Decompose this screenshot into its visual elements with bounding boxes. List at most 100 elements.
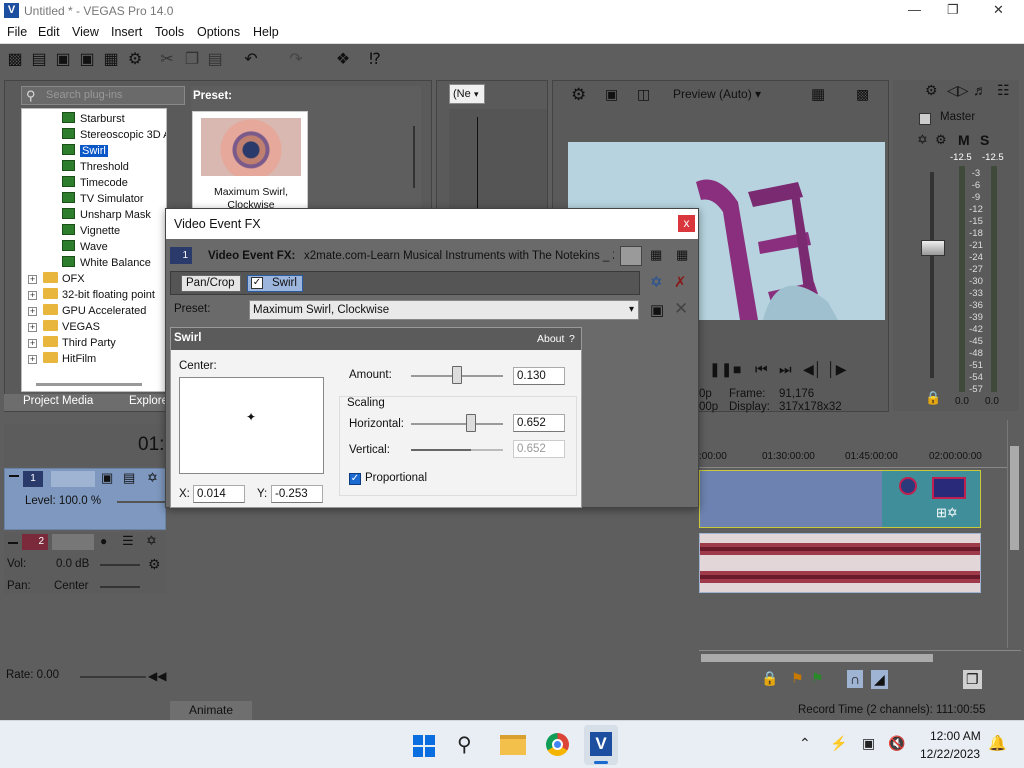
mixer-downmix-icon[interactable]: ☷: [997, 82, 1010, 99]
preset-scrollbar[interactable]: [413, 126, 415, 188]
next-frame-icon[interactable]: ⏭: [779, 361, 792, 378]
plugin-manager-icon[interactable]: ❖: [335, 52, 351, 68]
event-pan-crop-icon[interactable]: ⊞✡: [936, 505, 958, 521]
notification-bell-icon[interactable]: 🔔: [988, 734, 1007, 752]
lock-icon[interactable]: 🔒: [925, 390, 941, 406]
whats-this-help-icon[interactable]: ⁉: [367, 52, 383, 68]
video-event-clip[interactable]: ⊞✡: [699, 470, 981, 528]
expand-icon[interactable]: +: [28, 323, 37, 332]
step-back-icon[interactable]: ◀│: [803, 361, 823, 378]
mixer-gear-icon[interactable]: ⚙: [925, 82, 938, 99]
pan-slider[interactable]: [100, 586, 140, 588]
vegas-taskbar-icon[interactable]: V: [584, 725, 618, 765]
menu-options[interactable]: Options: [197, 25, 240, 39]
tree-item-starburst[interactable]: Starburst: [62, 111, 125, 127]
proportional-checkbox[interactable]: ✓: [349, 473, 361, 485]
paste-icon[interactable]: ▤: [207, 52, 223, 68]
clock-time[interactable]: 12:00 AM: [930, 729, 981, 743]
remove-plugin-icon[interactable]: ✗: [674, 273, 687, 291]
delete-preset-icon[interactable]: ✕: [674, 299, 688, 319]
cut-icon[interactable]: ✂: [159, 52, 175, 68]
volume-muted-icon[interactable]: 🔇: [888, 735, 905, 752]
chrome-icon[interactable]: [546, 733, 569, 756]
step-forward-icon[interactable]: │▶: [827, 361, 847, 378]
level-slider[interactable]: [117, 501, 165, 503]
arm-record-icon[interactable]: ●: [100, 534, 107, 548]
vol-slider[interactable]: [100, 564, 140, 566]
tree-folder-32bit[interactable]: +32-bit floating point: [28, 287, 155, 303]
copy-icon[interactable]: ❐: [184, 52, 200, 68]
master-checkbox[interactable]: [919, 113, 931, 125]
tree-folder-vegas[interactable]: + VEGAS: [28, 319, 100, 335]
search-icon[interactable]: ⚲: [457, 732, 472, 757]
tree-item-threshold[interactable]: Threshold: [62, 159, 129, 175]
tree-item-vignette[interactable]: Vignette: [62, 223, 120, 239]
tree-item-tv-simulator[interactable]: TV Simulator: [62, 191, 144, 207]
close-window-button[interactable]: ✕: [993, 2, 1004, 18]
horizontal-input[interactable]: 0.652: [513, 414, 565, 432]
compositing-icon[interactable]: ▤: [123, 470, 135, 486]
scroll-thumb[interactable]: [1010, 446, 1019, 550]
marker-icon[interactable]: ⚑: [791, 670, 804, 687]
normal-edit-tool-icon[interactable]: ❐: [963, 670, 982, 689]
animate-button[interactable]: Animate: [170, 701, 252, 720]
about-link[interactable]: About: [537, 333, 564, 345]
chain-swirl-button[interactable]: ✓ Swirl: [247, 275, 303, 292]
show-hidden-icons-chevron[interactable]: ⌃: [799, 735, 811, 752]
redo-icon[interactable]: ↷: [288, 52, 304, 68]
tree-item-unsharp-mask[interactable]: Unsharp Mask: [62, 207, 151, 223]
tab-explorer[interactable]: Explore: [129, 395, 168, 407]
display-icon[interactable]: ▣: [862, 735, 875, 752]
windows-start-icon[interactable]: [413, 735, 435, 757]
tree-horizontal-scrollbar[interactable]: [36, 383, 142, 386]
track-name-field[interactable]: [51, 471, 95, 487]
auto-ripple-icon[interactable]: ◢: [871, 670, 888, 689]
undo-icon[interactable]: ↶: [243, 52, 259, 68]
expand-icon[interactable]: +: [28, 307, 37, 316]
expand-icon[interactable]: +: [28, 275, 37, 284]
horizontal-slider-track[interactable]: [411, 423, 503, 425]
dialog-close-button[interactable]: x: [678, 215, 695, 232]
amount-slider-thumb[interactable]: [452, 366, 462, 384]
expand-icon[interactable]: +: [28, 339, 37, 348]
mixer-monitor-icon[interactable]: ◁▷: [947, 82, 969, 99]
audio-event-clip[interactable]: [699, 533, 981, 593]
tab-project-media[interactable]: Project Media: [23, 395, 93, 407]
overlays-grid-icon[interactable]: ▦: [811, 85, 825, 103]
center-picker[interactable]: ✦: [179, 377, 324, 474]
clock-date[interactable]: 12/22/2023: [920, 747, 980, 761]
menu-view[interactable]: View: [72, 25, 99, 39]
external-monitor-icon[interactable]: ▣: [605, 86, 618, 103]
track-motion-icon[interactable]: ▣: [101, 470, 113, 486]
rewind-icon[interactable]: ◀◀: [148, 669, 166, 683]
amount-input[interactable]: 0.130: [513, 367, 565, 385]
preset-dropdown[interactable]: Maximum Swirl, Clockwise ▾: [249, 300, 639, 320]
timeline-hscrollbar[interactable]: [699, 650, 1021, 664]
help-link[interactable]: ?: [569, 333, 575, 345]
new-file-icon[interactable]: ▩: [7, 52, 23, 68]
stop-icon[interactable]: ■: [733, 361, 741, 377]
track-collapse-icon[interactable]: [9, 475, 19, 477]
preview-settings-gear-icon[interactable]: ⚙: [571, 85, 586, 105]
invert-phase-icon[interactable]: ☰: [122, 533, 134, 549]
lock-envelopes-icon[interactable]: 🔒: [761, 670, 778, 687]
tree-folder-ofx[interactable]: + OFX: [28, 271, 85, 287]
network-icon[interactable]: ⚡: [830, 735, 847, 752]
plugin-search-input[interactable]: ⚲ Search plug-ins: [21, 86, 185, 105]
hscroll-thumb[interactable]: [701, 654, 933, 662]
center-crosshair-icon[interactable]: ✦: [246, 410, 256, 424]
mute-button[interactable]: M: [958, 132, 970, 148]
prev-frame-icon[interactable]: ⏮: [755, 361, 768, 378]
large-grid-icon[interactable]: ▦: [676, 247, 688, 263]
master-fader-handle[interactable]: [921, 240, 945, 256]
horizontal-slider-thumb[interactable]: [465, 414, 476, 432]
list-view-icon[interactable]: [620, 246, 642, 266]
mixer-speaker-icon[interactable]: ♬: [973, 82, 987, 98]
split-screen-icon[interactable]: ◫: [637, 86, 650, 103]
save-preset-icon[interactable]: ▣: [650, 301, 664, 319]
menu-tools[interactable]: Tools: [155, 25, 184, 39]
track2-fx-icon[interactable]: ✡: [146, 533, 157, 549]
tree-item-swirl[interactable]: Swirl: [62, 143, 108, 159]
preset-thumbnail[interactable]: Maximum Swirl, Clockwise: [192, 111, 308, 211]
expand-icon[interactable]: +: [28, 355, 37, 364]
